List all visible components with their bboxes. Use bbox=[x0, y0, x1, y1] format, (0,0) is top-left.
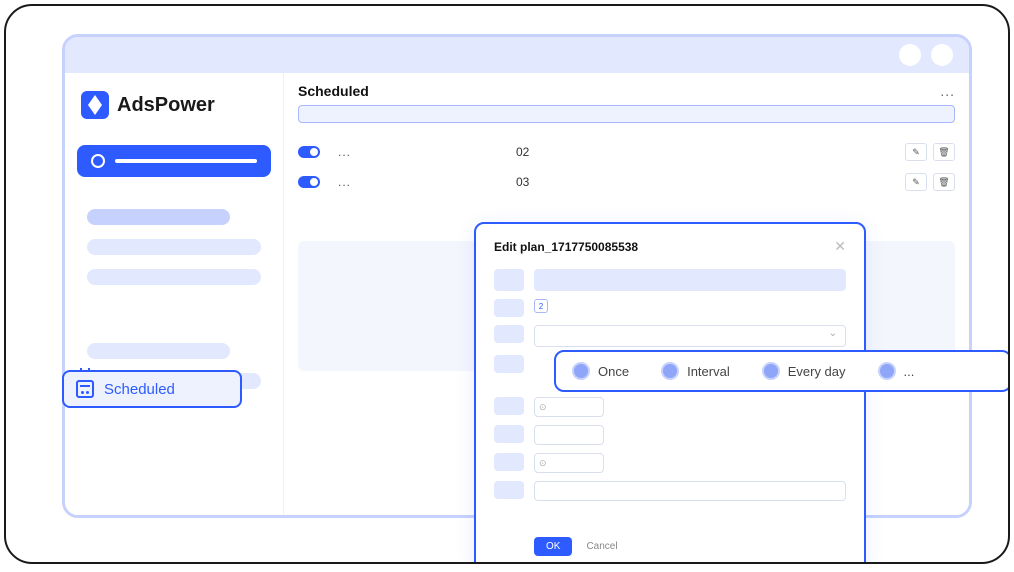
primary-action-button[interactable] bbox=[77, 145, 271, 177]
brand-logo-icon bbox=[81, 91, 109, 119]
page-title: Scheduled bbox=[298, 83, 369, 99]
form-row bbox=[494, 325, 846, 347]
time-input[interactable]: ⊙ bbox=[534, 453, 604, 473]
window-control-icon[interactable] bbox=[931, 44, 953, 66]
form-label bbox=[494, 481, 524, 499]
option-label: Every day bbox=[788, 364, 846, 379]
option-label: ... bbox=[904, 364, 915, 379]
frequency-option-more[interactable]: ... bbox=[868, 358, 919, 384]
form-label bbox=[494, 425, 524, 443]
form-label bbox=[494, 269, 524, 291]
toggle-switch[interactable] bbox=[298, 176, 320, 188]
edit-plan-dialog: Edit plan_1717750085538 ✕ 2 ⊙ bbox=[474, 222, 866, 564]
placeholder-bar bbox=[115, 159, 257, 163]
calendar-icon bbox=[76, 380, 94, 398]
nav-item-scheduled[interactable]: Scheduled bbox=[62, 370, 242, 408]
text-input[interactable] bbox=[534, 425, 604, 445]
sidebar: AdsPower bbox=[65, 73, 283, 515]
menu-dots-icon[interactable]: ... bbox=[940, 83, 955, 99]
dialog-footer: OK Cancel bbox=[494, 537, 846, 556]
app-frame: AdsPower Scheduled ... bbox=[4, 4, 1010, 564]
toggle-switch[interactable] bbox=[298, 146, 320, 158]
form-label bbox=[494, 325, 524, 343]
nav-item[interactable] bbox=[87, 269, 261, 285]
row-number: 03 bbox=[516, 175, 529, 189]
nav-item[interactable] bbox=[87, 239, 261, 255]
section-header: Scheduled ... bbox=[284, 73, 969, 101]
row-actions: ✎ 🗑 bbox=[905, 173, 955, 191]
radio-icon bbox=[878, 362, 896, 380]
delete-icon[interactable]: 🗑 bbox=[933, 143, 955, 161]
form-row bbox=[494, 481, 846, 501]
window-titlebar bbox=[65, 37, 969, 73]
sidebar-item-label: Scheduled bbox=[104, 381, 175, 398]
frequency-selector: Once Interval Every day ... bbox=[554, 350, 1010, 392]
delete-icon[interactable]: 🗑 bbox=[933, 173, 955, 191]
frequency-option-interval[interactable]: Interval bbox=[651, 358, 740, 384]
form-row: ⊙ bbox=[494, 453, 846, 473]
frequency-option-once[interactable]: Once bbox=[562, 358, 639, 384]
form-row bbox=[494, 269, 846, 291]
form-label bbox=[494, 355, 524, 373]
window-control-icon[interactable] bbox=[899, 44, 921, 66]
radio-icon bbox=[572, 362, 590, 380]
select-dropdown[interactable] bbox=[534, 325, 846, 347]
nav-item[interactable] bbox=[87, 343, 230, 359]
brand-logo: AdsPower bbox=[77, 85, 271, 125]
form-label bbox=[494, 299, 524, 317]
table-row: ... 02 ✎ 🗑 bbox=[298, 137, 955, 167]
circle-icon bbox=[91, 154, 105, 168]
cancel-button[interactable]: Cancel bbox=[586, 541, 617, 552]
option-label: Once bbox=[598, 364, 629, 379]
edit-icon[interactable]: ✎ bbox=[905, 173, 927, 191]
ok-button[interactable]: OK bbox=[534, 537, 572, 556]
dialog-title: Edit plan_1717750085538 bbox=[494, 240, 638, 254]
close-icon[interactable]: ✕ bbox=[834, 238, 846, 255]
row-menu-icon[interactable]: ... bbox=[338, 175, 368, 189]
radio-icon bbox=[762, 362, 780, 380]
text-input[interactable] bbox=[534, 269, 846, 291]
count-chip[interactable]: 2 bbox=[534, 299, 548, 313]
row-menu-icon[interactable]: ... bbox=[338, 145, 368, 159]
form-label bbox=[494, 453, 524, 471]
schedule-list: ... 02 ✎ 🗑 ... 03 ✎ 🗑 bbox=[284, 133, 969, 201]
edit-icon[interactable]: ✎ bbox=[905, 143, 927, 161]
form-row bbox=[494, 425, 846, 445]
form-row: ⊙ bbox=[494, 397, 846, 417]
radio-icon bbox=[661, 362, 679, 380]
time-input[interactable]: ⊙ bbox=[534, 397, 604, 417]
search-input[interactable] bbox=[298, 105, 955, 123]
brand-name: AdsPower bbox=[117, 94, 215, 117]
text-input[interactable] bbox=[534, 481, 846, 501]
table-row: ... 03 ✎ 🗑 bbox=[298, 167, 955, 197]
frequency-option-every-day[interactable]: Every day bbox=[752, 358, 856, 384]
row-actions: ✎ 🗑 bbox=[905, 143, 955, 161]
row-number: 02 bbox=[516, 145, 529, 159]
form-row: 2 bbox=[494, 299, 846, 317]
option-label: Interval bbox=[687, 364, 730, 379]
dialog-body: 2 ⊙ ⊙ bbox=[494, 269, 846, 527]
dialog-header: Edit plan_1717750085538 ✕ bbox=[494, 238, 846, 255]
nav-item[interactable] bbox=[87, 209, 230, 225]
form-label bbox=[494, 397, 524, 415]
